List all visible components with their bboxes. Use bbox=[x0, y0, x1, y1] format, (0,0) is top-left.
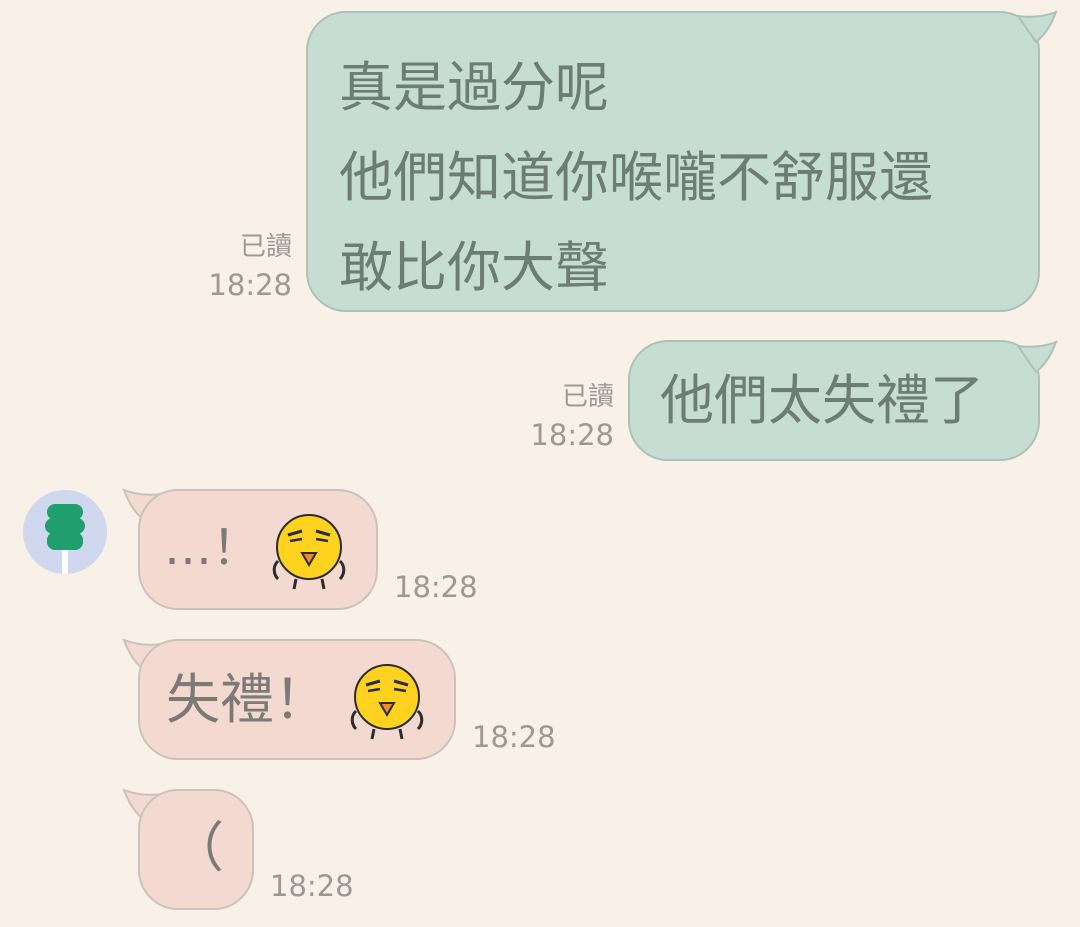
message-line: 他們知道你喉嚨不舒服還 bbox=[339, 146, 933, 209]
message-bubble[interactable]: …！ bbox=[138, 489, 378, 610]
green-totem-avatar-icon bbox=[45, 504, 85, 574]
grumpy-yellow-face-emoji bbox=[350, 664, 424, 740]
message-time: 18:28 bbox=[472, 720, 556, 754]
read-receipt: 已讀 bbox=[561, 382, 614, 412]
message-time: 18:28 bbox=[208, 268, 292, 302]
message-bubble[interactable]: （ bbox=[138, 789, 254, 910]
message-text: …！ bbox=[164, 520, 261, 576]
message-meta: 已讀 18:28 bbox=[530, 379, 614, 455]
message-line: 他們太失禮了 bbox=[660, 369, 984, 432]
avatar[interactable] bbox=[23, 490, 107, 574]
bubble-tail bbox=[1015, 340, 1058, 374]
message-bubble[interactable]: 失禮！ bbox=[138, 639, 456, 760]
message-line: 敢比你大聲 bbox=[339, 236, 609, 299]
grumpy-yellow-face-emoji bbox=[272, 514, 346, 590]
read-receipt: 已讀 bbox=[239, 232, 292, 262]
message-time: 18:28 bbox=[394, 570, 478, 604]
message-line: 真是過分呢 bbox=[339, 56, 609, 119]
message-bubble[interactable]: 他們太失禮了 bbox=[628, 340, 1040, 461]
message-text: 失禮！ bbox=[166, 668, 328, 731]
message-bubble[interactable]: 真是過分呢 他們知道你喉嚨不舒服還 敢比你大聲 bbox=[306, 11, 1040, 312]
message-meta: 已讀 18:28 bbox=[208, 229, 292, 305]
message-time: 18:28 bbox=[270, 869, 354, 903]
bubble-tail bbox=[1015, 10, 1058, 44]
message-text: （ bbox=[170, 816, 224, 879]
message-time: 18:28 bbox=[530, 418, 614, 452]
